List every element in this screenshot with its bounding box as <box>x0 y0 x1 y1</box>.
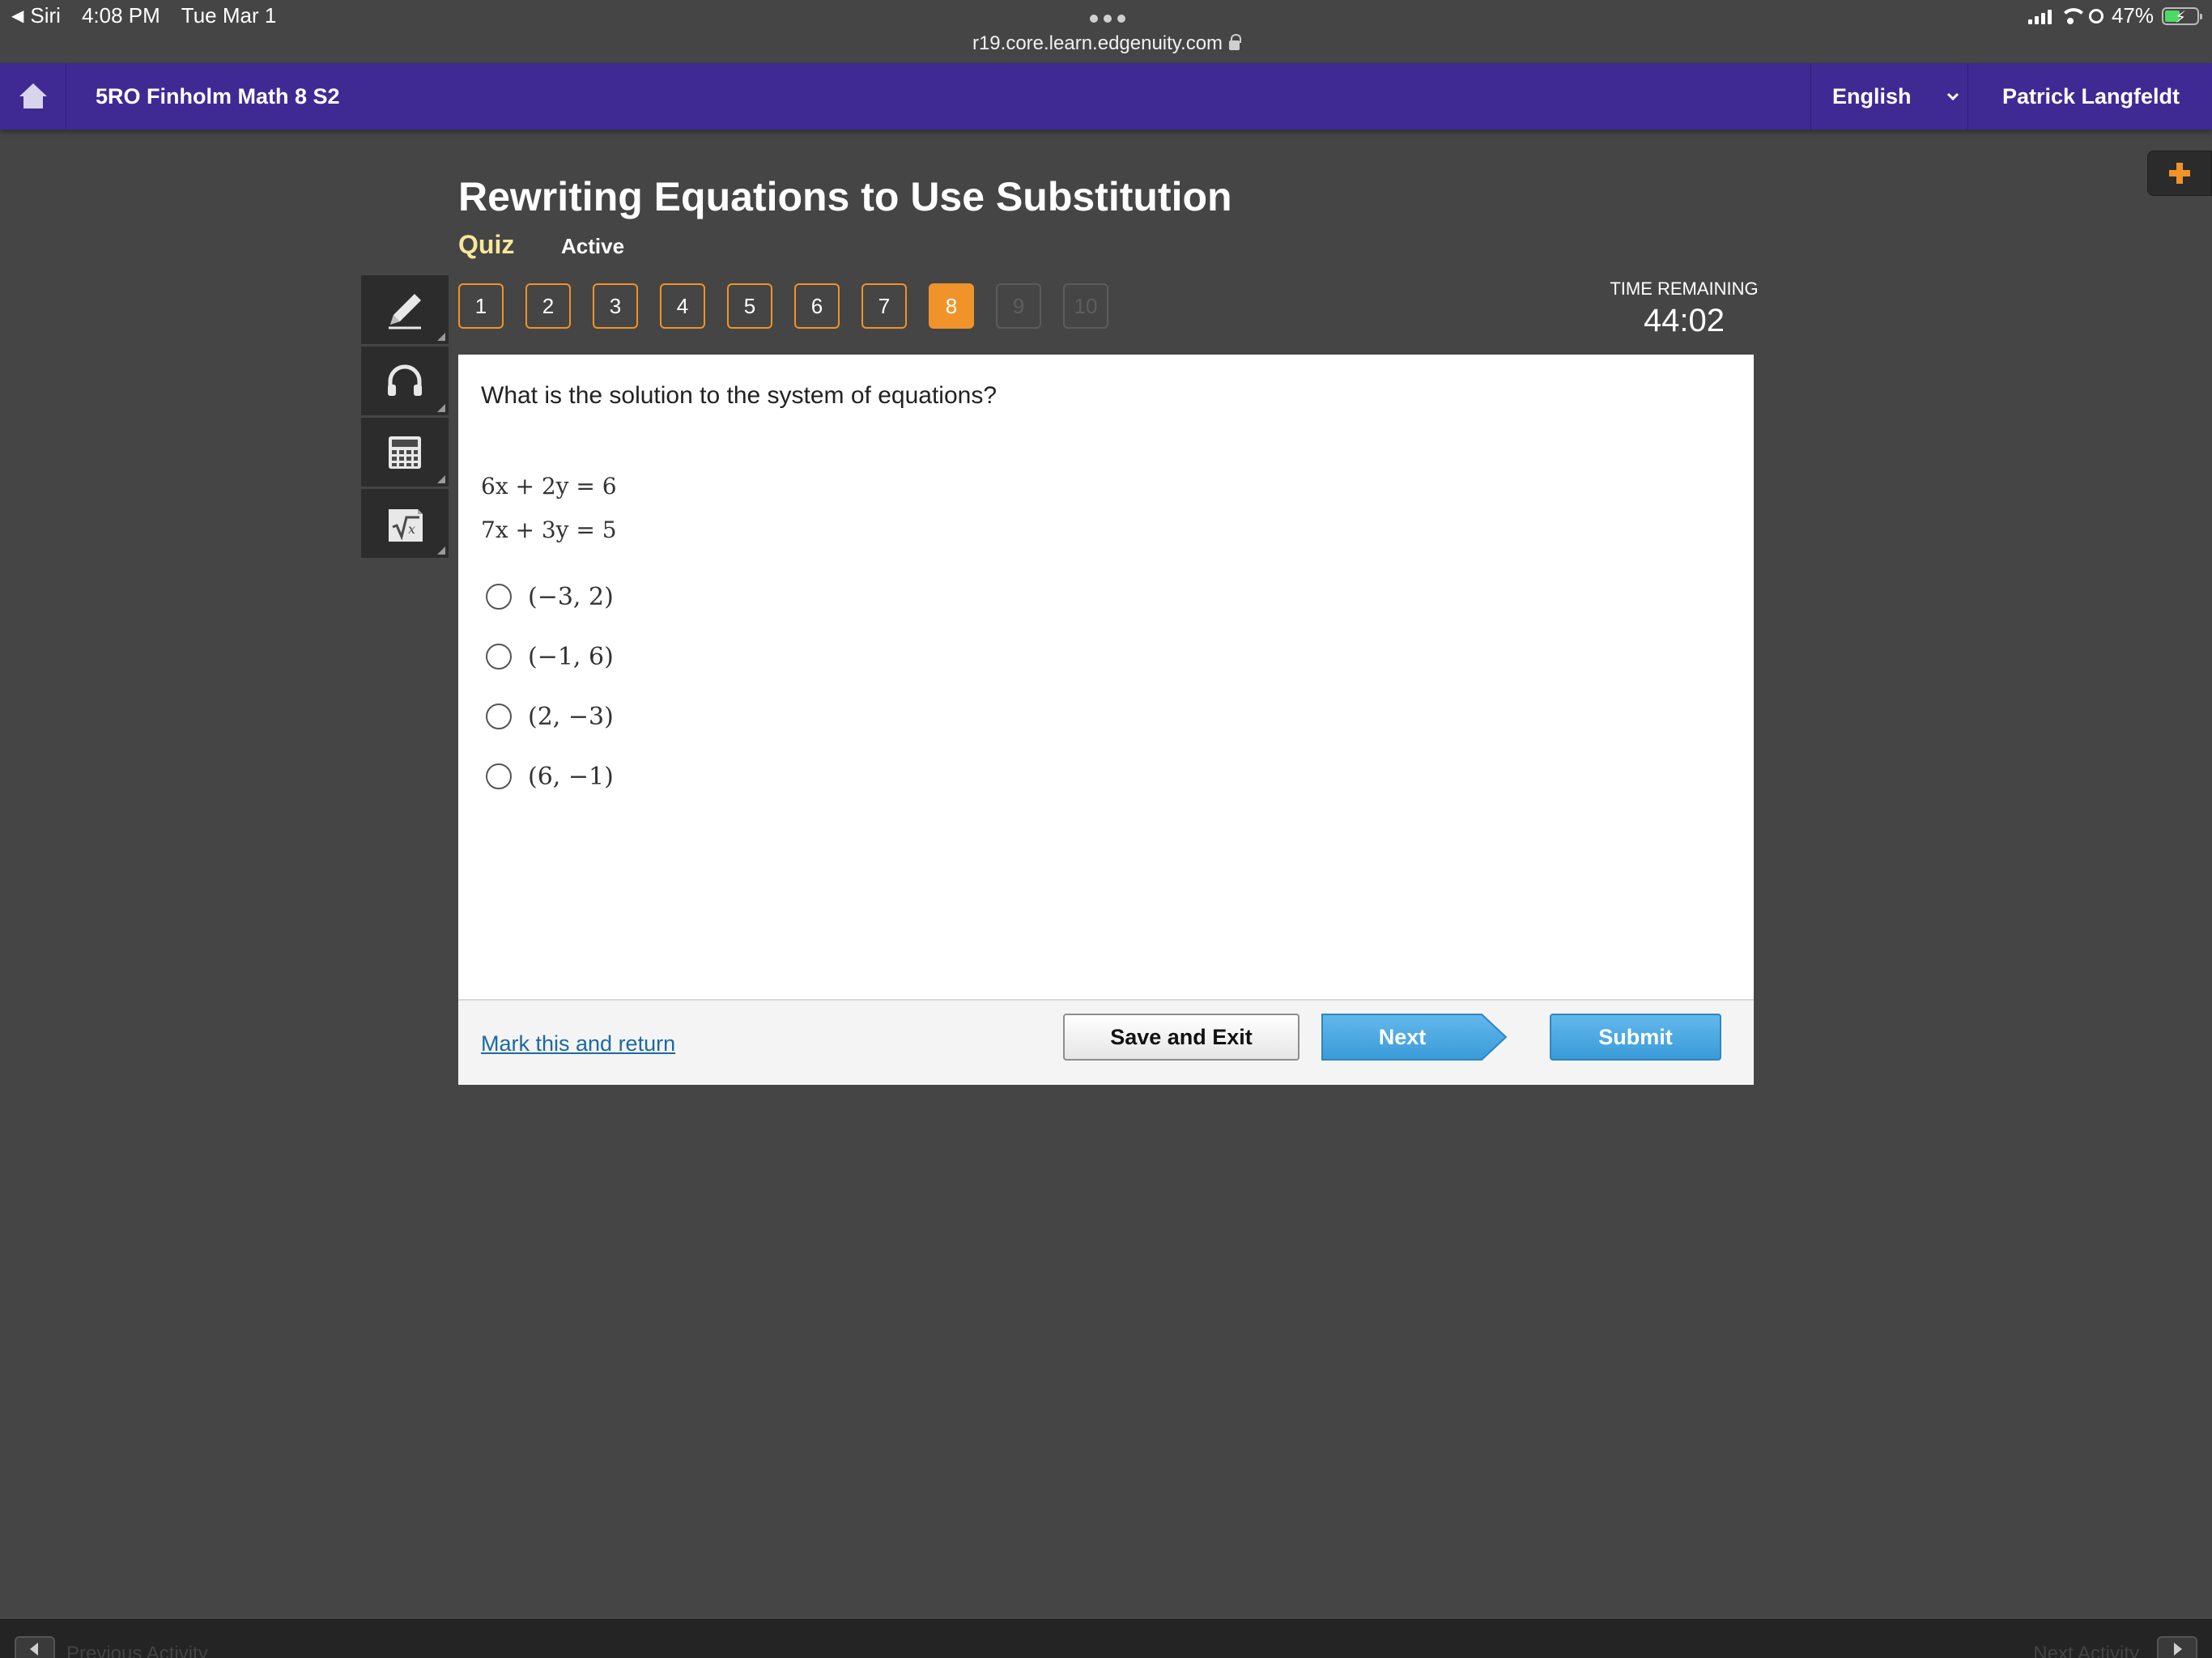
save-and-exit-label: Save and Exit <box>1110 1024 1253 1049</box>
tool-sidebar: x <box>361 275 449 560</box>
answer-choice-1[interactable]: (−3, 2) <box>486 567 614 627</box>
alarm-icon <box>2088 8 2104 23</box>
plus-icon <box>2169 163 2190 184</box>
wifi-icon <box>2059 7 2087 24</box>
answer-choice-4[interactable]: (6, −1) <box>486 746 614 806</box>
answer-choice-label[interactable]: (−3, 2) <box>528 583 614 611</box>
home-button[interactable] <box>0 63 66 130</box>
headphones-icon <box>388 364 422 396</box>
audio-tool-button[interactable] <box>361 346 449 418</box>
next-activity-button[interactable] <box>2157 1636 2197 1658</box>
next-button[interactable]: Next <box>1321 1014 1508 1061</box>
pencil-tool-button[interactable] <box>361 275 449 346</box>
question-nav-button-9[interactable]: 9 <box>996 283 1041 329</box>
battery-icon: ⚡ <box>2162 6 2202 27</box>
expand-panel-button[interactable] <box>2147 151 2212 196</box>
chevron-right-icon <box>2174 1643 2182 1656</box>
formula-icon: x <box>389 508 423 542</box>
next-label: Next <box>1378 1024 1427 1049</box>
submit-label: Submit <box>1598 1024 1673 1049</box>
question-nav-button-5[interactable]: 5 <box>727 283 772 329</box>
user-menu[interactable]: Patrick Langfeldt <box>1967 63 2212 130</box>
activity-bottom-bar: Previous Activity Next Activity <box>0 1619 2212 1658</box>
answer-choices: (−3, 2) (−1, 6) (2, −3) (6, −1) <box>486 567 614 806</box>
multitask-dots-icon[interactable] <box>1090 10 1125 28</box>
radio-button[interactable] <box>486 584 512 610</box>
mark-and-return-link[interactable]: Mark this and return <box>481 1031 675 1056</box>
status-left: ◀ Siri 4:08 PM Tue Mar 1 <box>11 3 276 28</box>
app-header: 5RO Finholm Math 8 S2 English Patrick La… <box>0 63 2212 130</box>
language-select[interactable]: English <box>1810 63 1967 130</box>
home-icon <box>19 83 47 108</box>
lock-icon <box>1229 34 1242 50</box>
header-right: English Patrick Langfeldt <box>1810 63 2212 130</box>
user-name: Patrick Langfeldt <box>2001 83 2180 108</box>
question-prompt: What is the solution to the system of eq… <box>481 382 998 409</box>
pencil-icon <box>389 293 421 329</box>
back-caret-icon[interactable]: ◀ <box>11 6 23 26</box>
submit-button[interactable]: Submit <box>1550 1014 1721 1061</box>
url-bar[interactable]: r19.core.learn.edgenuity.com <box>0 32 2212 55</box>
calculator-icon <box>389 436 421 469</box>
answer-choice-label[interactable]: (−1, 6) <box>528 643 614 671</box>
timer-label: TIME REMAINING <box>1610 278 1759 299</box>
battery-percent: 47% <box>2111 3 2154 28</box>
question-nav-button-3[interactable]: 3 <box>593 283 638 329</box>
course-title: 5RO Finholm Math 8 S2 <box>96 83 340 108</box>
back-app-label[interactable]: Siri <box>30 3 61 28</box>
radio-button[interactable] <box>486 644 512 670</box>
answer-choice-3[interactable]: (2, −3) <box>486 687 614 746</box>
question-nav-button-10[interactable]: 10 <box>1063 283 1108 329</box>
status-right: 47% ⚡ <box>2027 3 2202 28</box>
previous-activity-label[interactable]: Previous Activity <box>66 1643 208 1658</box>
status-bar: ◀ Siri 4:08 PM Tue Mar 1 r19.core.learn.… <box>0 0 2212 63</box>
question-navigator: 1 2 3 4 5 6 7 8 9 10 <box>458 283 1108 329</box>
activity-type: Quiz <box>458 230 515 259</box>
answer-choice-2[interactable]: (−1, 6) <box>486 627 614 687</box>
radio-button[interactable] <box>486 704 512 729</box>
status-time: 4:08 PM <box>81 3 160 28</box>
question-nav-button-1[interactable]: 1 <box>458 283 504 329</box>
question-nav-button-6[interactable]: 6 <box>794 283 840 329</box>
cellular-signal-icon <box>2027 8 2052 24</box>
calculator-tool-button[interactable] <box>361 418 449 489</box>
status-date: Tue Mar 1 <box>181 3 277 28</box>
timer-value: 44:02 <box>1643 303 1725 338</box>
answer-choice-label[interactable]: (2, −3) <box>528 703 614 731</box>
previous-activity-button[interactable] <box>15 1636 55 1658</box>
question-nav-button-2[interactable]: 2 <box>525 283 571 329</box>
question-footer: Mark this and return Save and Exit Next … <box>458 999 1754 1085</box>
answer-choice-label[interactable]: (6, −1) <box>528 763 614 791</box>
question-nav-button-7[interactable]: 7 <box>861 283 907 329</box>
equation-1: 6x + 2y = 6 <box>481 473 617 500</box>
formula-tool-button[interactable]: x <box>361 489 449 560</box>
equation-2: 7x + 3y = 5 <box>481 517 617 543</box>
chevron-down-icon <box>1947 92 1959 101</box>
lesson-title: Rewriting Equations to Use Substitution <box>458 174 1232 219</box>
question-panel: What is the solution to the system of eq… <box>458 355 1754 1085</box>
url-text: r19.core.learn.edgenuity.com <box>972 32 1223 54</box>
activity-status: Active <box>561 234 625 258</box>
question-nav-button-8[interactable]: 8 <box>929 283 974 329</box>
svg-text:x: x <box>408 521 415 537</box>
save-and-exit-button[interactable]: Save and Exit <box>1063 1014 1300 1061</box>
question-nav-button-4[interactable]: 4 <box>660 283 705 329</box>
next-activity-label[interactable]: Next Activity <box>2033 1643 2139 1658</box>
language-value: English <box>1831 83 1912 108</box>
timer: TIME REMAINING 44:02 <box>1599 278 1769 339</box>
chevron-left-icon <box>30 1643 38 1656</box>
radio-button[interactable] <box>486 763 512 789</box>
